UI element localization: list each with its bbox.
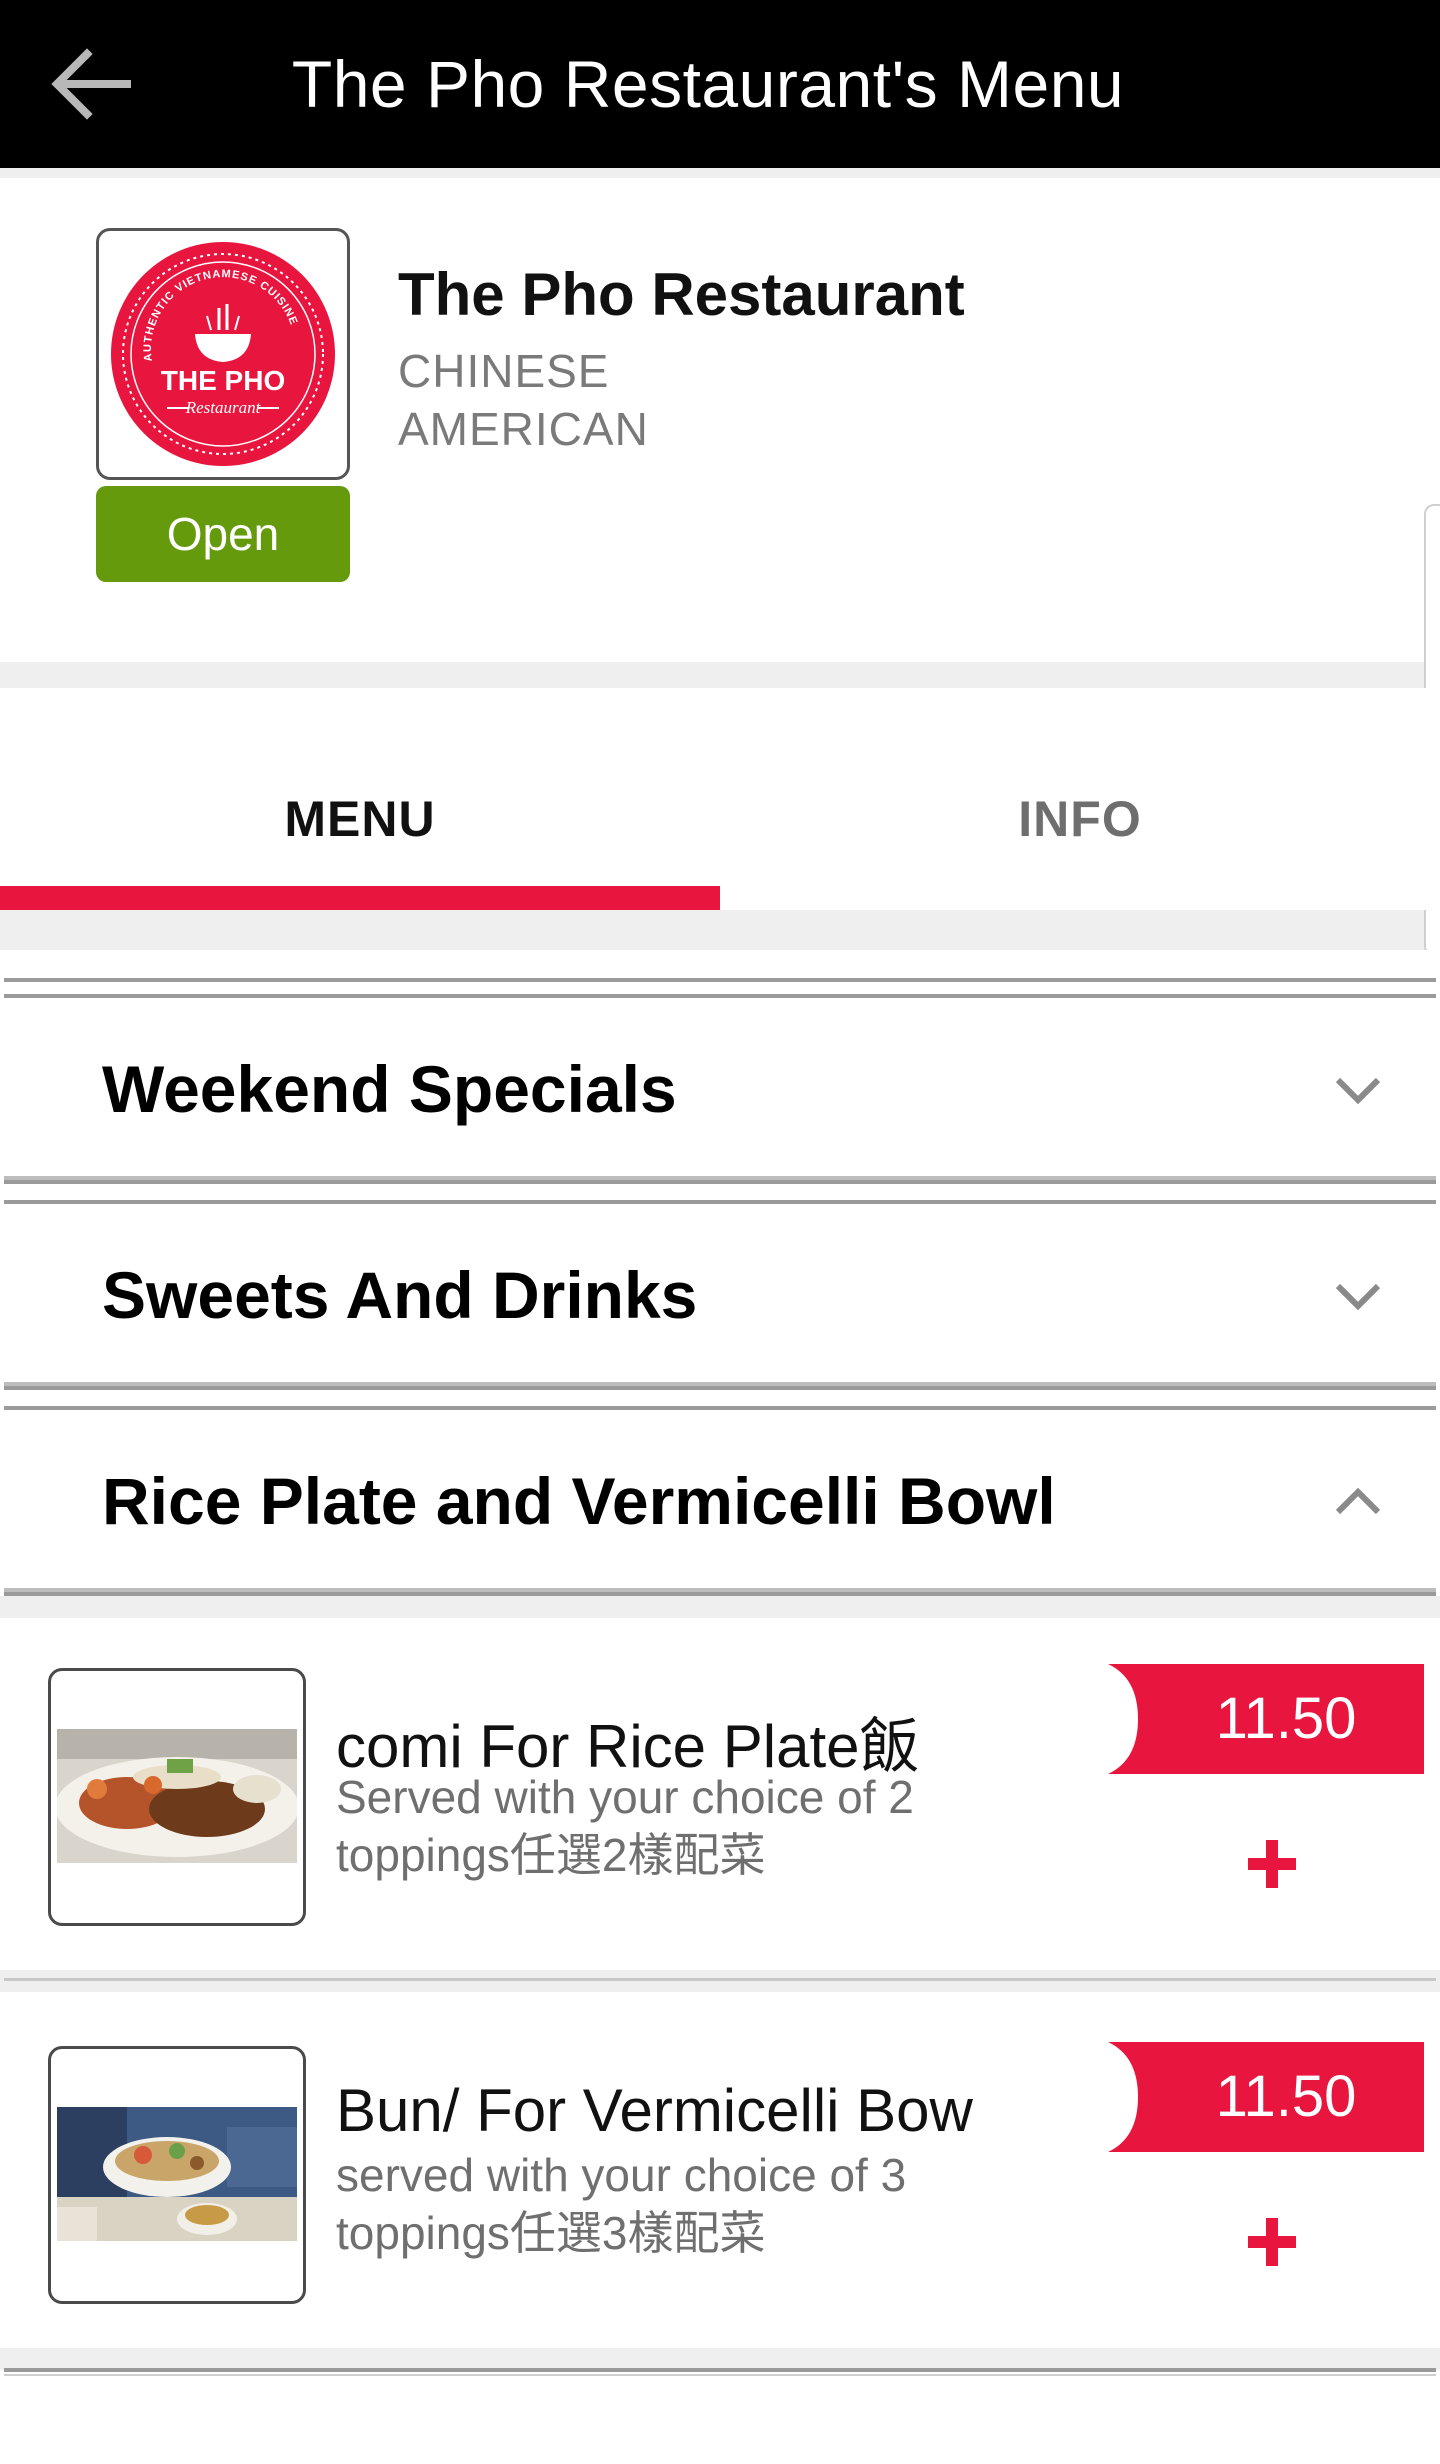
tab-info[interactable]: INFO (720, 688, 1440, 910)
category-weekend-specials[interactable]: Weekend Specials (4, 994, 1436, 1184)
item-price: 11.50 (1215, 2064, 1357, 2129)
restaurant-logo: AUTHENTIC VIETNAMESE CUISINE THE PHO Res… (96, 228, 350, 480)
cuisine-label: CHINESE (398, 345, 610, 397)
item-description: Served with your choice of 2 toppings任選2… (336, 1771, 914, 1881)
active-tab-indicator (0, 886, 720, 910)
category-title: Sweets And Drinks (102, 1258, 698, 1332)
spacer (0, 2348, 1440, 2370)
add-to-cart-button[interactable] (1236, 2206, 1308, 2278)
vermicelli-bowl-image (57, 2107, 297, 2241)
divider (4, 2368, 1436, 2372)
item-photo (48, 2046, 306, 2304)
item-name: Bun/ For Vermicelli Bow (336, 2077, 973, 2144)
plus-icon (1248, 2218, 1296, 2266)
page-title: The Pho Restaurant's Menu (291, 47, 1125, 121)
restaurant-card: AUTHENTIC VIETNAMESE CUISINE THE PHO Res… (0, 178, 1440, 662)
add-to-cart-button[interactable] (1236, 1828, 1308, 1900)
plus-icon (1248, 1840, 1296, 1888)
cuisine-label: AMERICAN (398, 403, 649, 455)
menu-item[interactable]: comi For Rice Plate飯 Served with your ch… (0, 1618, 1440, 1970)
rice-plate-image (57, 1729, 297, 1863)
chevron-down-icon (1332, 1270, 1384, 1322)
chevron-down-icon (1332, 1064, 1384, 1116)
category-sweets-and-drinks[interactable]: Sweets And Drinks (4, 1200, 1436, 1390)
item-description: served with your choice of 3 toppings任選3… (336, 2149, 907, 2259)
spacer (0, 1970, 1440, 1992)
menu-list: Weekend Specials Sweets And Drinks Rice … (0, 950, 1440, 2464)
menu-item[interactable]: Bun/ For Vermicelli Bow served with your… (0, 1996, 1440, 2348)
pho-logo-icon: AUTHENTIC VIETNAMESE CUISINE THE PHO Res… (111, 242, 335, 466)
chevron-up-icon (1332, 1476, 1384, 1528)
item-price: 11.50 (1215, 1686, 1357, 1751)
category-title: Rice Plate and Vermicelli Bowl (102, 1464, 1056, 1538)
tab-bar: MENU INFO (0, 688, 1440, 910)
spacer (0, 1596, 1440, 1618)
category-rice-plate-vermicelli[interactable]: Rice Plate and Vermicelli Bowl (4, 1406, 1436, 1596)
divider (4, 978, 1436, 982)
svg-text:Restaurant: Restaurant (185, 398, 262, 417)
divider (4, 1978, 1436, 1981)
restaurant-name: The Pho Restaurant (398, 261, 965, 328)
app-bar: The Pho Restaurant's Menu (0, 0, 1440, 168)
tab-menu[interactable]: MENU (0, 688, 720, 910)
divider (4, 2374, 1436, 2376)
category-title: Weekend Specials (102, 1052, 677, 1126)
svg-text:THE PHO: THE PHO (161, 365, 285, 396)
price-tag: 11.50 (1108, 2042, 1424, 2152)
restaurant-cuisines: CHINESE AMERICAN (398, 342, 649, 458)
item-photo (48, 1668, 306, 1926)
price-tag: 11.50 (1108, 1664, 1424, 1774)
status-badge: Open (96, 486, 350, 582)
